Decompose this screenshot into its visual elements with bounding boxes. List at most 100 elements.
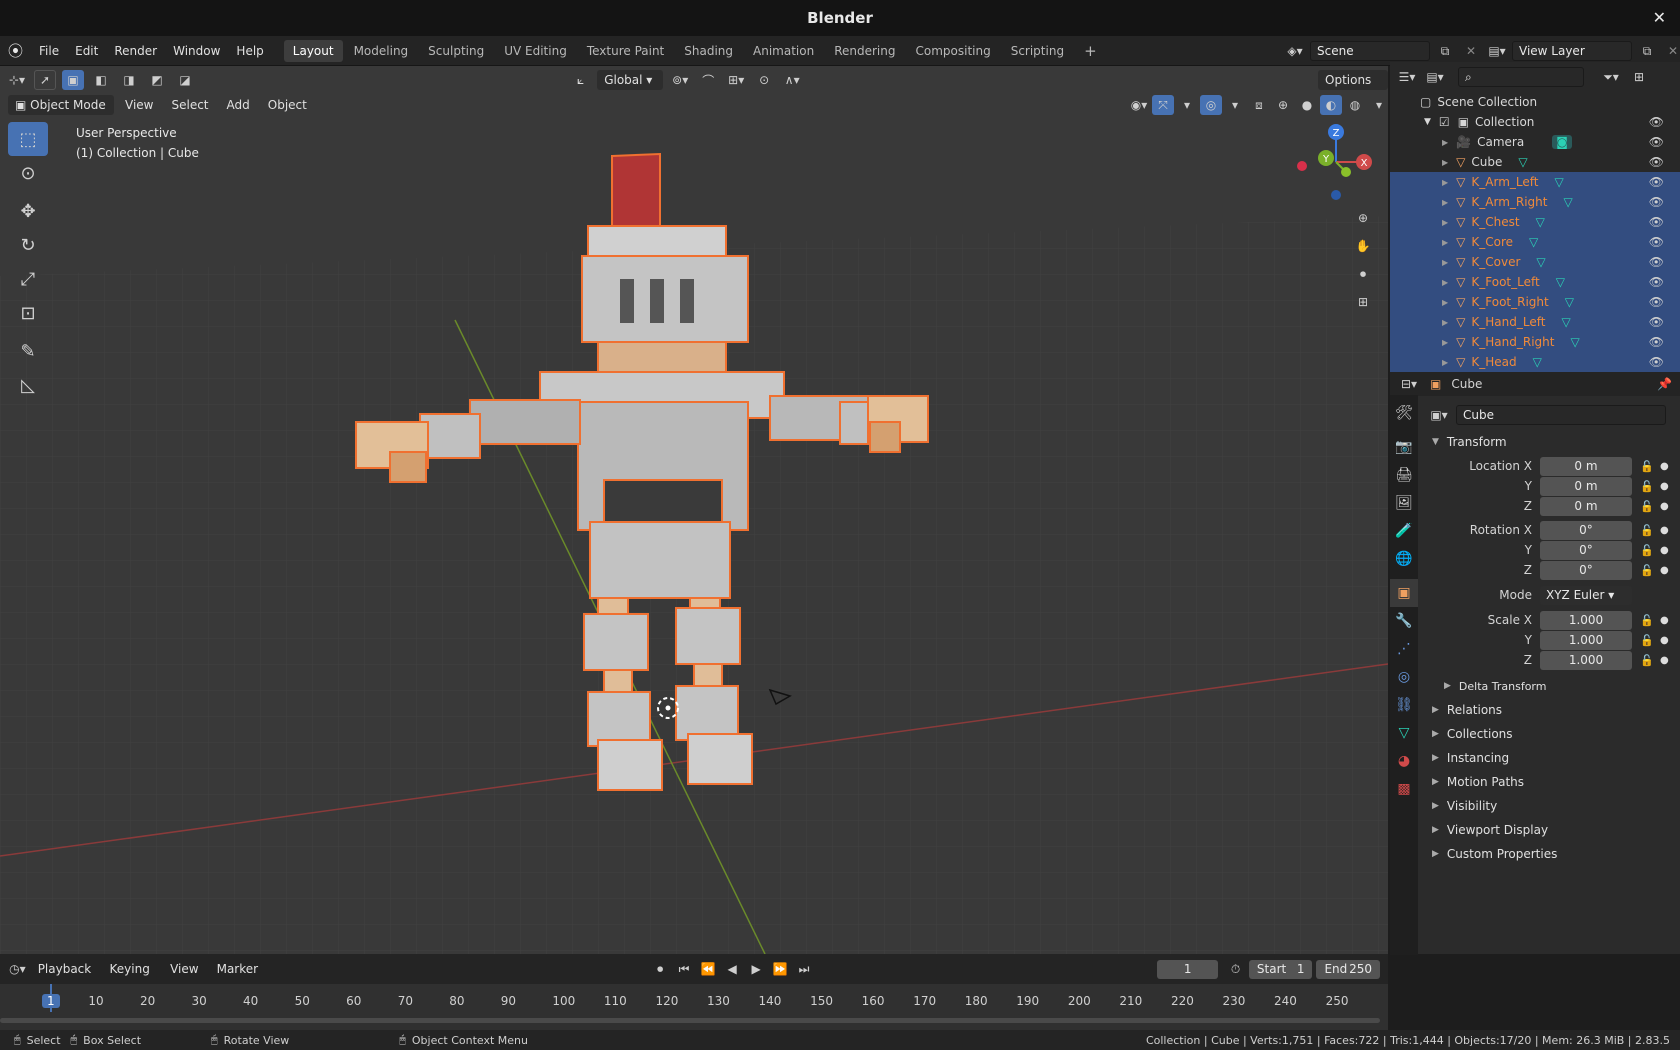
object-name-field[interactable]: Cube <box>1456 405 1666 425</box>
options-dropdown[interactable]: Options ▾ <box>1318 70 1388 107</box>
move-tool-icon[interactable]: ✥ <box>8 194 48 228</box>
proportional-edit-icon[interactable]: ⊙ <box>753 70 775 90</box>
jump-end-icon[interactable]: ⏭ <box>793 959 815 979</box>
keyframe-dot-icon[interactable]: ● <box>1660 501 1669 512</box>
scene-name-field[interactable]: Scene <box>1310 41 1430 61</box>
outliner-editor-icon[interactable]: ☰▾ <box>1396 67 1418 87</box>
play-icon[interactable]: ▶ <box>745 959 767 979</box>
delete-view-layer-icon[interactable]: ✕ <box>1662 41 1680 61</box>
end-frame-field[interactable]: End 250 <box>1316 959 1380 979</box>
motion-paths-panel[interactable]: ▶ Motion Paths <box>1428 770 1680 794</box>
tab-shading[interactable]: Shading <box>675 40 742 62</box>
output-tab-icon[interactable]: 🖨 <box>1390 461 1418 489</box>
camera-view-icon[interactable]: ⏺ <box>1352 264 1374 284</box>
material-preview-icon[interactable]: ◐ <box>1320 95 1342 115</box>
delta-transform-panel[interactable]: ▶ Delta Transform <box>1428 674 1680 698</box>
play-reverse-icon[interactable]: ◀ <box>721 959 743 979</box>
solid-shading-icon[interactable]: ● <box>1296 95 1318 115</box>
relations-panel[interactable]: ▶ Relations <box>1428 698 1680 722</box>
rendered-shading-icon[interactable]: ◍ <box>1344 95 1366 115</box>
subtract-selection-icon[interactable]: ◨ <box>118 70 140 90</box>
tab-modeling[interactable]: Modeling <box>345 40 418 62</box>
jump-start-icon[interactable]: ⏮ <box>673 959 695 979</box>
viewport-scene[interactable] <box>0 66 1388 954</box>
current-frame-field[interactable]: 1 <box>1157 959 1219 979</box>
xray-toggle-icon[interactable]: ⧈ <box>1248 95 1270 115</box>
transform-orientation-icon[interactable]: ⟀ <box>570 70 591 90</box>
cursor-tool-icon[interactable]: ⊙ <box>8 156 48 190</box>
outliner-item-k-chest[interactable]: ▶ ▽ K_Chest ▽ 👁 <box>1390 212 1680 232</box>
outliner-item-k-core[interactable]: ▶ ▽ K_Core ▽ 👁 <box>1390 232 1680 252</box>
tab-uv-editing[interactable]: UV Editing <box>495 40 576 62</box>
menu-select[interactable]: Select <box>164 95 215 115</box>
delete-scene-icon[interactable]: ✕ <box>1460 41 1482 61</box>
menu-marker[interactable]: Marker <box>210 959 265 979</box>
view-layer-tab-icon[interactable]: 🖼 <box>1390 489 1418 517</box>
jump-keyframe-back-icon[interactable]: ⏪ <box>697 959 719 979</box>
tab-texture-paint[interactable]: Texture Paint <box>578 40 673 62</box>
outliner-item-k-hand-right[interactable]: ▶ ▽ K_Hand_Right ▽ 👁 <box>1390 332 1680 352</box>
navigation-gizmo[interactable]: Z X Y <box>1296 122 1376 202</box>
scene-collection-row[interactable]: ▢ Scene Collection <box>1390 92 1680 112</box>
keyframe-dot-icon[interactable]: ● <box>1660 565 1669 576</box>
preview-range-icon[interactable]: ⏱ <box>1226 959 1245 979</box>
lock-icon[interactable]: 🔓 <box>1640 544 1654 557</box>
measure-tool-icon[interactable]: ◺ <box>8 368 48 402</box>
snap-target-icon[interactable]: ⊞▾ <box>725 70 747 90</box>
scale-x-field[interactable]: 1.000 <box>1540 610 1632 630</box>
lock-icon[interactable]: 🔓 <box>1640 614 1654 627</box>
new-scene-icon[interactable]: ⧉ <box>1434 41 1456 61</box>
tab-sculpting[interactable]: Sculpting <box>419 40 493 62</box>
display-mode-icon[interactable]: ▤▾ <box>1424 67 1446 87</box>
visibility-eye-icon[interactable]: 👁 <box>1649 275 1664 289</box>
menu-add[interactable]: Add <box>220 95 257 115</box>
modifier-tab-icon[interactable]: 🔧 <box>1390 607 1418 635</box>
scale-tool-icon[interactable]: ⤢ <box>8 262 48 296</box>
add-workspace-button[interactable]: + <box>1075 40 1106 62</box>
menu-edit[interactable]: Edit <box>67 36 106 66</box>
visibility-eye-icon[interactable]: 👁 <box>1649 215 1664 229</box>
constraints-tab-icon[interactable]: ⛓ <box>1390 691 1418 719</box>
visibility-eye-icon[interactable]: 👁 <box>1649 175 1664 189</box>
pin-icon[interactable]: 📌 <box>1657 377 1672 391</box>
orientation-dropdown[interactable]: Global ▾ <box>597 70 664 90</box>
3d-viewport[interactable] <box>0 66 1388 954</box>
instancing-panel[interactable]: ▶ Instancing <box>1428 746 1680 770</box>
location-x-field[interactable]: 0 m <box>1540 456 1632 476</box>
outliner-item-k-foot-right[interactable]: ▶ ▽ K_Foot_Right ▽ 👁 <box>1390 292 1680 312</box>
object-data-browse-icon[interactable]: ▣▾ <box>1428 405 1450 425</box>
extend-selection-icon[interactable]: ◧ <box>90 70 112 90</box>
visibility-eye-icon[interactable]: 👁 <box>1649 195 1664 209</box>
visibility-eye-icon[interactable]: 👁 <box>1649 315 1664 329</box>
location-z-field[interactable]: 0 m <box>1540 496 1632 516</box>
collection-checkbox[interactable]: ☑ <box>1439 115 1450 129</box>
rotation-x-field[interactable]: 0° <box>1540 520 1632 540</box>
outliner-item-k-arm-left[interactable]: ▶ ▽ K_Arm_Left ▽ 👁 <box>1390 172 1680 192</box>
timeline-editor-icon[interactable]: ◷▾ <box>8 959 27 979</box>
rotation-z-field[interactable]: 0° <box>1540 560 1632 580</box>
menu-keying[interactable]: Keying ▾ <box>103 959 160 996</box>
keyframe-dot-icon[interactable]: ● <box>1660 635 1669 646</box>
custom-properties-panel[interactable]: ▶ Custom Properties <box>1428 842 1680 866</box>
blender-logo-icon[interactable]: ⦿ <box>0 36 31 66</box>
outliner-item-k-arm-right[interactable]: ▶ ▽ K_Arm_Right ▽ 👁 <box>1390 192 1680 212</box>
lock-icon[interactable]: 🔓 <box>1640 564 1654 577</box>
keyframe-dot-icon[interactable]: ● <box>1660 525 1669 536</box>
visibility-eye-icon[interactable]: 👁 <box>1649 335 1664 349</box>
tab-rendering[interactable]: Rendering <box>825 40 904 62</box>
transform-panel-header[interactable]: ▼ Transform <box>1428 430 1680 454</box>
scale-z-field[interactable]: 1.000 <box>1540 650 1632 670</box>
collection-row[interactable]: ▼ ☑ ▣ Collection 👁 <box>1390 112 1680 132</box>
wireframe-shading-icon[interactable]: ⊕ <box>1272 95 1294 115</box>
outliner-item-k-hand-left[interactable]: ▶ ▽ K_Hand_Left ▽ 👁 <box>1390 312 1680 332</box>
view-layer-field[interactable]: View Layer <box>1512 41 1632 61</box>
physics-tab-icon[interactable]: ◎ <box>1390 663 1418 691</box>
texture-tab-icon[interactable]: ▩ <box>1390 775 1418 803</box>
outliner-search-input[interactable]: ⌕ <box>1458 67 1584 87</box>
keyframe-dot-icon[interactable]: ● <box>1660 655 1669 666</box>
lock-icon[interactable]: 🔓 <box>1640 500 1654 513</box>
render-tab-icon[interactable]: 📷 <box>1390 433 1418 461</box>
new-selection-icon[interactable]: ▣ <box>62 70 84 90</box>
lock-icon[interactable]: 🔓 <box>1640 460 1654 473</box>
scene-selector-icon[interactable]: ◈▾ <box>1284 41 1306 61</box>
